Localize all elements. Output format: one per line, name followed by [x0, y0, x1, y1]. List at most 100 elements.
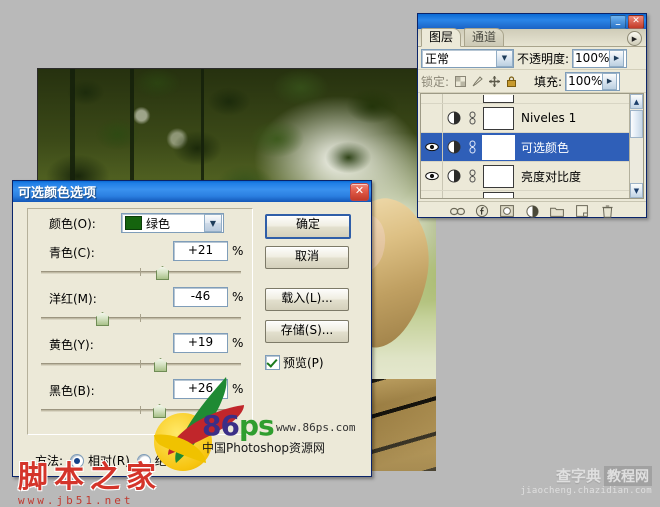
layer-thumbnail-cell[interactable]	[480, 106, 516, 130]
delete-layer-icon[interactable]	[600, 204, 615, 218]
slider-center-tick	[140, 268, 141, 276]
magenta-label: 洋红(M):	[49, 292, 97, 306]
blend-opacity-bar: 正常 ▼ 不透明度: 100% ▶	[418, 47, 646, 70]
lock-position-move-icon[interactable]	[489, 75, 501, 87]
layer-name[interactable]: 可选颜色	[516, 139, 569, 156]
scroll-down-arrow-icon[interactable]: ▼	[630, 183, 643, 198]
adjustment-layer-icon[interactable]	[525, 204, 540, 218]
color-swatch-icon	[125, 216, 142, 230]
chevron-down-icon[interactable]: ▼	[496, 49, 513, 67]
minimize-icon[interactable]: _	[610, 14, 626, 29]
cyan-unit: %	[232, 244, 244, 258]
layer-link-icon[interactable]	[464, 140, 480, 154]
palette-tabs: 图层 通道 ▶	[418, 28, 646, 47]
close-icon[interactable]: ✕	[350, 182, 369, 201]
adjustment-layer-icon	[443, 169, 464, 183]
palette-menu-icon[interactable]: ▶	[627, 31, 642, 46]
load-button[interactable]: 载入(L)...	[265, 288, 349, 311]
scrollbar-thumb[interactable]	[630, 110, 643, 138]
layer-row[interactable]: 亮度对比度	[421, 162, 643, 191]
lock-transparency-icon[interactable]	[455, 75, 467, 87]
method-absolute-option[interactable]: 绝对(A)	[136, 452, 196, 469]
layer-row-partial[interactable]	[421, 94, 643, 104]
layer-mask-icon[interactable]	[500, 204, 515, 218]
black-value-input[interactable]: +26	[173, 379, 228, 399]
black-unit: %	[232, 382, 244, 396]
chevron-down-icon[interactable]: ▼	[204, 214, 222, 232]
layer-name[interactable]: 亮度对比度	[516, 168, 581, 185]
method-relative-option[interactable]: 相对(R)	[70, 452, 130, 469]
opacity-input[interactable]: 100% ▶	[572, 48, 628, 68]
magenta-slider[interactable]	[41, 312, 241, 326]
eye-cell[interactable]	[421, 94, 443, 103]
layers-list[interactable]: Niveles 1 可选颜色 亮度对比度 ▲ ▼	[420, 93, 644, 199]
blend-mode-select[interactable]: 正常 ▼	[421, 48, 514, 68]
cyan-label: 青色(C):	[49, 246, 95, 260]
yellow-value-input[interactable]: +19	[173, 333, 228, 353]
black-slider[interactable]	[41, 404, 241, 418]
new-group-icon[interactable]	[550, 204, 565, 218]
layers-palette-footer	[418, 201, 646, 220]
tab-layers[interactable]: 图层	[421, 28, 462, 47]
eye-cell[interactable]	[421, 191, 443, 198]
layer-style-icon[interactable]	[475, 204, 490, 218]
cyan-slider-thumb[interactable]	[156, 266, 169, 280]
layers-scrollbar[interactable]: ▲ ▼	[629, 94, 643, 198]
new-layer-icon[interactable]	[575, 204, 590, 218]
black-slider-thumb[interactable]	[153, 404, 166, 418]
ok-button[interactable]: 确定	[265, 214, 351, 239]
scroll-up-arrow-icon[interactable]: ▲	[630, 94, 643, 109]
radio-relative-icon[interactable]	[70, 453, 85, 468]
layer-name[interactable]: Niveles 1	[516, 111, 576, 125]
method-row: 方法: 相对(R) 绝对(A)	[35, 452, 196, 469]
lock-all-padlock-icon[interactable]	[506, 75, 517, 87]
watermark-chazidian-row: 查字典 教程网	[520, 465, 652, 486]
preview-checkbox-row[interactable]: 预览(P)	[265, 354, 324, 371]
layer-visibility-toggle[interactable]	[421, 133, 443, 161]
cyan-slider[interactable]	[41, 266, 241, 280]
layer-row[interactable]: 可选颜色	[421, 133, 643, 162]
opacity-label: 不透明度:	[517, 51, 570, 66]
preview-checkbox[interactable]	[265, 355, 280, 370]
color-select[interactable]: 绿色 ▼	[121, 213, 224, 233]
slider-center-tick	[140, 314, 141, 322]
layer-thumbnail-cell[interactable]	[480, 134, 516, 160]
layer-thumbnail-cell[interactable]	[480, 164, 516, 188]
layer-visibility-toggle[interactable]	[421, 104, 443, 132]
close-icon[interactable]: ✕	[628, 14, 644, 29]
tab-channels[interactable]: 通道	[464, 28, 505, 46]
yellow-unit: %	[232, 336, 244, 350]
opacity-slider-arrow-icon[interactable]: ▶	[609, 49, 625, 67]
dialog-title: 可选颜色选项	[18, 186, 97, 201]
watermark-chazidian-url: jiaocheng.chazidian.com	[520, 486, 652, 496]
layer-visibility-toggle[interactable]	[421, 162, 443, 190]
thumb-cell	[480, 95, 516, 103]
save-button[interactable]: 存储(S)...	[265, 320, 349, 343]
lock-icons-group	[455, 75, 517, 87]
palette-titlebar[interactable]: _ ✕	[418, 14, 646, 29]
magenta-unit: %	[232, 290, 244, 304]
layer-row[interactable]: Niveles 1	[421, 104, 643, 133]
link-icon[interactable]	[449, 204, 465, 218]
layer-row-partial-bottom[interactable]	[421, 191, 643, 198]
cancel-button[interactable]: 取消	[265, 246, 349, 269]
cyan-value-input[interactable]: +21	[173, 241, 228, 261]
yellow-slider-thumb[interactable]	[154, 358, 167, 372]
lock-image-brush-icon[interactable]	[472, 75, 483, 87]
color-label: 颜色(O):	[49, 217, 96, 231]
magenta-value-input[interactable]: -46	[173, 287, 228, 307]
slider-track	[41, 271, 241, 274]
layer-thumbnail	[482, 191, 514, 198]
lock-fill-bar: 锁定: 填充: 100% ▶	[418, 70, 646, 93]
radio-absolute-icon[interactable]	[136, 453, 151, 468]
method-label: 方法:	[35, 454, 64, 468]
layers-palette: _ ✕ 图层 通道 ▶ 正常 ▼ 不透明度: 100% ▶ 锁定: 填充: 10…	[417, 13, 647, 218]
eye-icon	[424, 142, 439, 152]
dialog-titlebar[interactable]: 可选颜色选项 ✕	[13, 181, 371, 202]
yellow-slider[interactable]	[41, 358, 241, 372]
layer-link-icon[interactable]	[464, 169, 480, 183]
magenta-slider-thumb[interactable]	[96, 312, 109, 326]
fill-input[interactable]: 100% ▶	[565, 71, 621, 91]
layer-link-icon[interactable]	[464, 111, 480, 125]
fill-slider-arrow-icon[interactable]: ▶	[602, 72, 618, 90]
